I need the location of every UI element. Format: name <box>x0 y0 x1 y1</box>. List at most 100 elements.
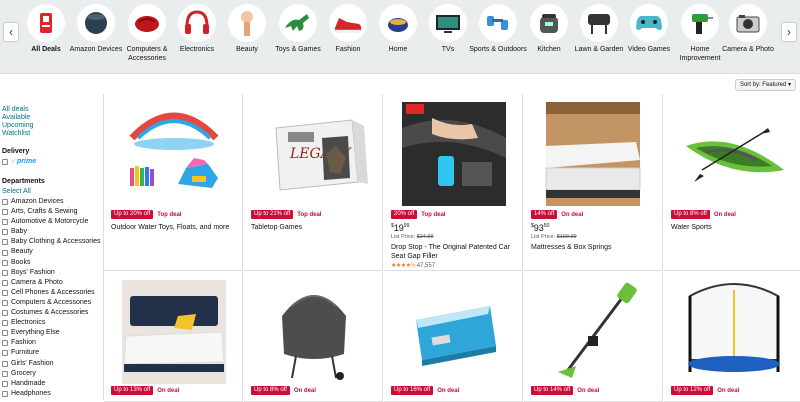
deal-card[interactable]: 20% off Top deal $1999 List Price: $24.99… <box>384 94 523 271</box>
car-seat-gap-image[interactable] <box>392 98 516 206</box>
discount-badge: Up to 21% off <box>251 210 294 219</box>
filter-link-available[interactable]: Available <box>2 114 103 122</box>
mattress-image[interactable] <box>532 98 656 206</box>
deal-title[interactable]: Outdoor Water Toys, Floats, and more <box>111 223 239 232</box>
deal-title[interactable]: Tabletop Games <box>251 223 379 232</box>
prime-filter[interactable]: ✓ prime <box>2 157 103 167</box>
checkbox[interactable] <box>2 330 8 337</box>
deal-card[interactable]: Up to 16% off On deal <box>384 272 523 402</box>
checkbox[interactable] <box>2 159 8 165</box>
department-item[interactable]: Fashion <box>2 338 103 348</box>
department-item[interactable]: Boys' Fashion <box>2 268 103 278</box>
department-item[interactable]: Handmade <box>2 379 103 389</box>
department-item[interactable]: Grocery <box>2 369 103 379</box>
department-item[interactable]: Computers & Accessories <box>2 298 103 308</box>
deal-title[interactable]: Water Sports <box>671 223 799 232</box>
checkbox[interactable] <box>2 259 8 266</box>
water-toys-image[interactable] <box>112 98 236 206</box>
sort-value: Featured <box>762 82 787 88</box>
deal-card[interactable]: LEGACY Up to 21% off Top deal Tabletop Ga… <box>244 94 383 271</box>
department-label: Costumes & Accessories <box>11 309 89 317</box>
deal-card[interactable]: Up to 13% off On deal <box>104 272 243 402</box>
check-icon: ✓ <box>11 159 17 165</box>
filter-link-watchlist[interactable]: Watchlist <box>2 130 103 138</box>
drill-icon <box>681 4 719 42</box>
department-item[interactable]: Baby Clothing & Accessories <box>2 237 103 247</box>
list-price-value: $109.99 <box>556 234 577 240</box>
scroll-right-button[interactable]: › <box>781 22 797 42</box>
checkbox[interactable] <box>2 380 8 387</box>
cooler-bag-image[interactable] <box>392 276 516 384</box>
checkbox[interactable] <box>2 350 8 357</box>
checkbox[interactable] <box>2 219 8 226</box>
deal-card[interactable]: Up to 20% off Top deal Outdoor Water Toys… <box>104 94 243 271</box>
prime-logo: prime <box>17 158 37 165</box>
string-trimmer-image[interactable] <box>532 276 656 384</box>
checkbox[interactable] <box>2 310 8 317</box>
sort-dropdown[interactable]: Sort by: Featured ▾ <box>734 79 796 91</box>
bed-image[interactable] <box>112 276 236 384</box>
checkbox[interactable] <box>2 239 8 246</box>
department-label: Handmade <box>11 379 46 387</box>
list-price-label: List Price: <box>391 234 416 240</box>
checkbox[interactable] <box>2 229 8 236</box>
department-label: Grocery <box>11 369 36 377</box>
department-item[interactable]: Electronics <box>2 318 103 328</box>
checkbox[interactable] <box>2 390 8 397</box>
discount-badge: Up to 13% off <box>111 386 154 395</box>
mouse-icon <box>128 4 166 42</box>
checkbox[interactable] <box>2 269 8 276</box>
department-item[interactable]: Arts, Crafts & Sewing <box>2 207 103 217</box>
department-item[interactable]: Amazon Devices <box>2 197 103 207</box>
department-label: Baby <box>11 228 27 236</box>
kayak-image[interactable] <box>672 98 796 206</box>
headphones-icon <box>178 4 216 42</box>
department-label: Boys' Fashion <box>11 268 55 276</box>
deal-card[interactable]: Up to 14% off On deal <box>524 272 663 402</box>
select-all-link[interactable]: Select All <box>2 187 103 197</box>
discount-badge: Up to 8% off <box>671 210 710 219</box>
filter-link-upcoming[interactable]: Upcoming <box>2 122 103 130</box>
price-fraction: 50 <box>543 223 550 229</box>
checkbox[interactable] <box>2 360 8 367</box>
deal-card[interactable]: Up to 12% off On deal <box>664 272 800 402</box>
department-item[interactable]: Camera & Photo <box>2 278 103 288</box>
rating[interactable]: ★★★★½ 47,557 <box>391 262 435 269</box>
checkbox[interactable] <box>2 249 8 256</box>
department-item[interactable]: Automotive & Motorcycle <box>2 217 103 227</box>
board-game-image[interactable]: LEGACY <box>252 98 376 206</box>
department-item[interactable]: Furniture <box>2 348 103 358</box>
checkbox[interactable] <box>2 199 8 206</box>
price-fraction: 99 <box>403 223 410 229</box>
department-item[interactable]: Books <box>2 258 103 268</box>
category-bar: ‹ All Deals Amazon Devices Computers & A… <box>0 0 800 74</box>
department-item[interactable]: Costumes & Accessories <box>2 308 103 318</box>
deal-price: $1999 <box>391 223 410 233</box>
pressure-cooker-icon <box>530 4 568 42</box>
checkbox[interactable] <box>2 279 8 286</box>
deal-label: Top deal <box>157 211 182 218</box>
category-camera-photo[interactable]: Camera & Photo <box>718 4 778 54</box>
department-item[interactable]: Beauty <box>2 247 103 257</box>
department-item[interactable]: Cell Phones & Accessories <box>2 288 103 298</box>
deal-card[interactable]: Up to 8% off On deal Water Sports <box>664 94 800 271</box>
filter-link-all-deals[interactable]: All deals <box>2 106 103 114</box>
checkbox[interactable] <box>2 299 8 306</box>
checkbox[interactable] <box>2 370 8 377</box>
checkbox[interactable] <box>2 320 8 327</box>
department-label: Computers & Accessories <box>11 298 92 306</box>
deal-title[interactable]: Mattresses & Box Springs <box>531 243 659 252</box>
checkbox[interactable] <box>2 289 8 296</box>
deal-card[interactable]: Up to 8% off On deal <box>244 272 383 402</box>
checkbox[interactable] <box>2 209 8 216</box>
deal-title[interactable]: Drop Stop - The Original Patented Car Se… <box>391 243 519 261</box>
department-item[interactable]: Girls' Fashion <box>2 359 103 369</box>
grill-cover-image[interactable] <box>252 276 376 384</box>
department-item[interactable]: Baby <box>2 227 103 237</box>
checkbox[interactable] <box>2 340 8 347</box>
game-controller-icon <box>630 4 668 42</box>
trampoline-image[interactable] <box>672 276 796 384</box>
deal-card[interactable]: 14% off On deal $9350 List Price: $109.99… <box>524 94 663 271</box>
department-item[interactable]: Headphones <box>2 389 103 399</box>
department-item[interactable]: Everything Else <box>2 328 103 338</box>
